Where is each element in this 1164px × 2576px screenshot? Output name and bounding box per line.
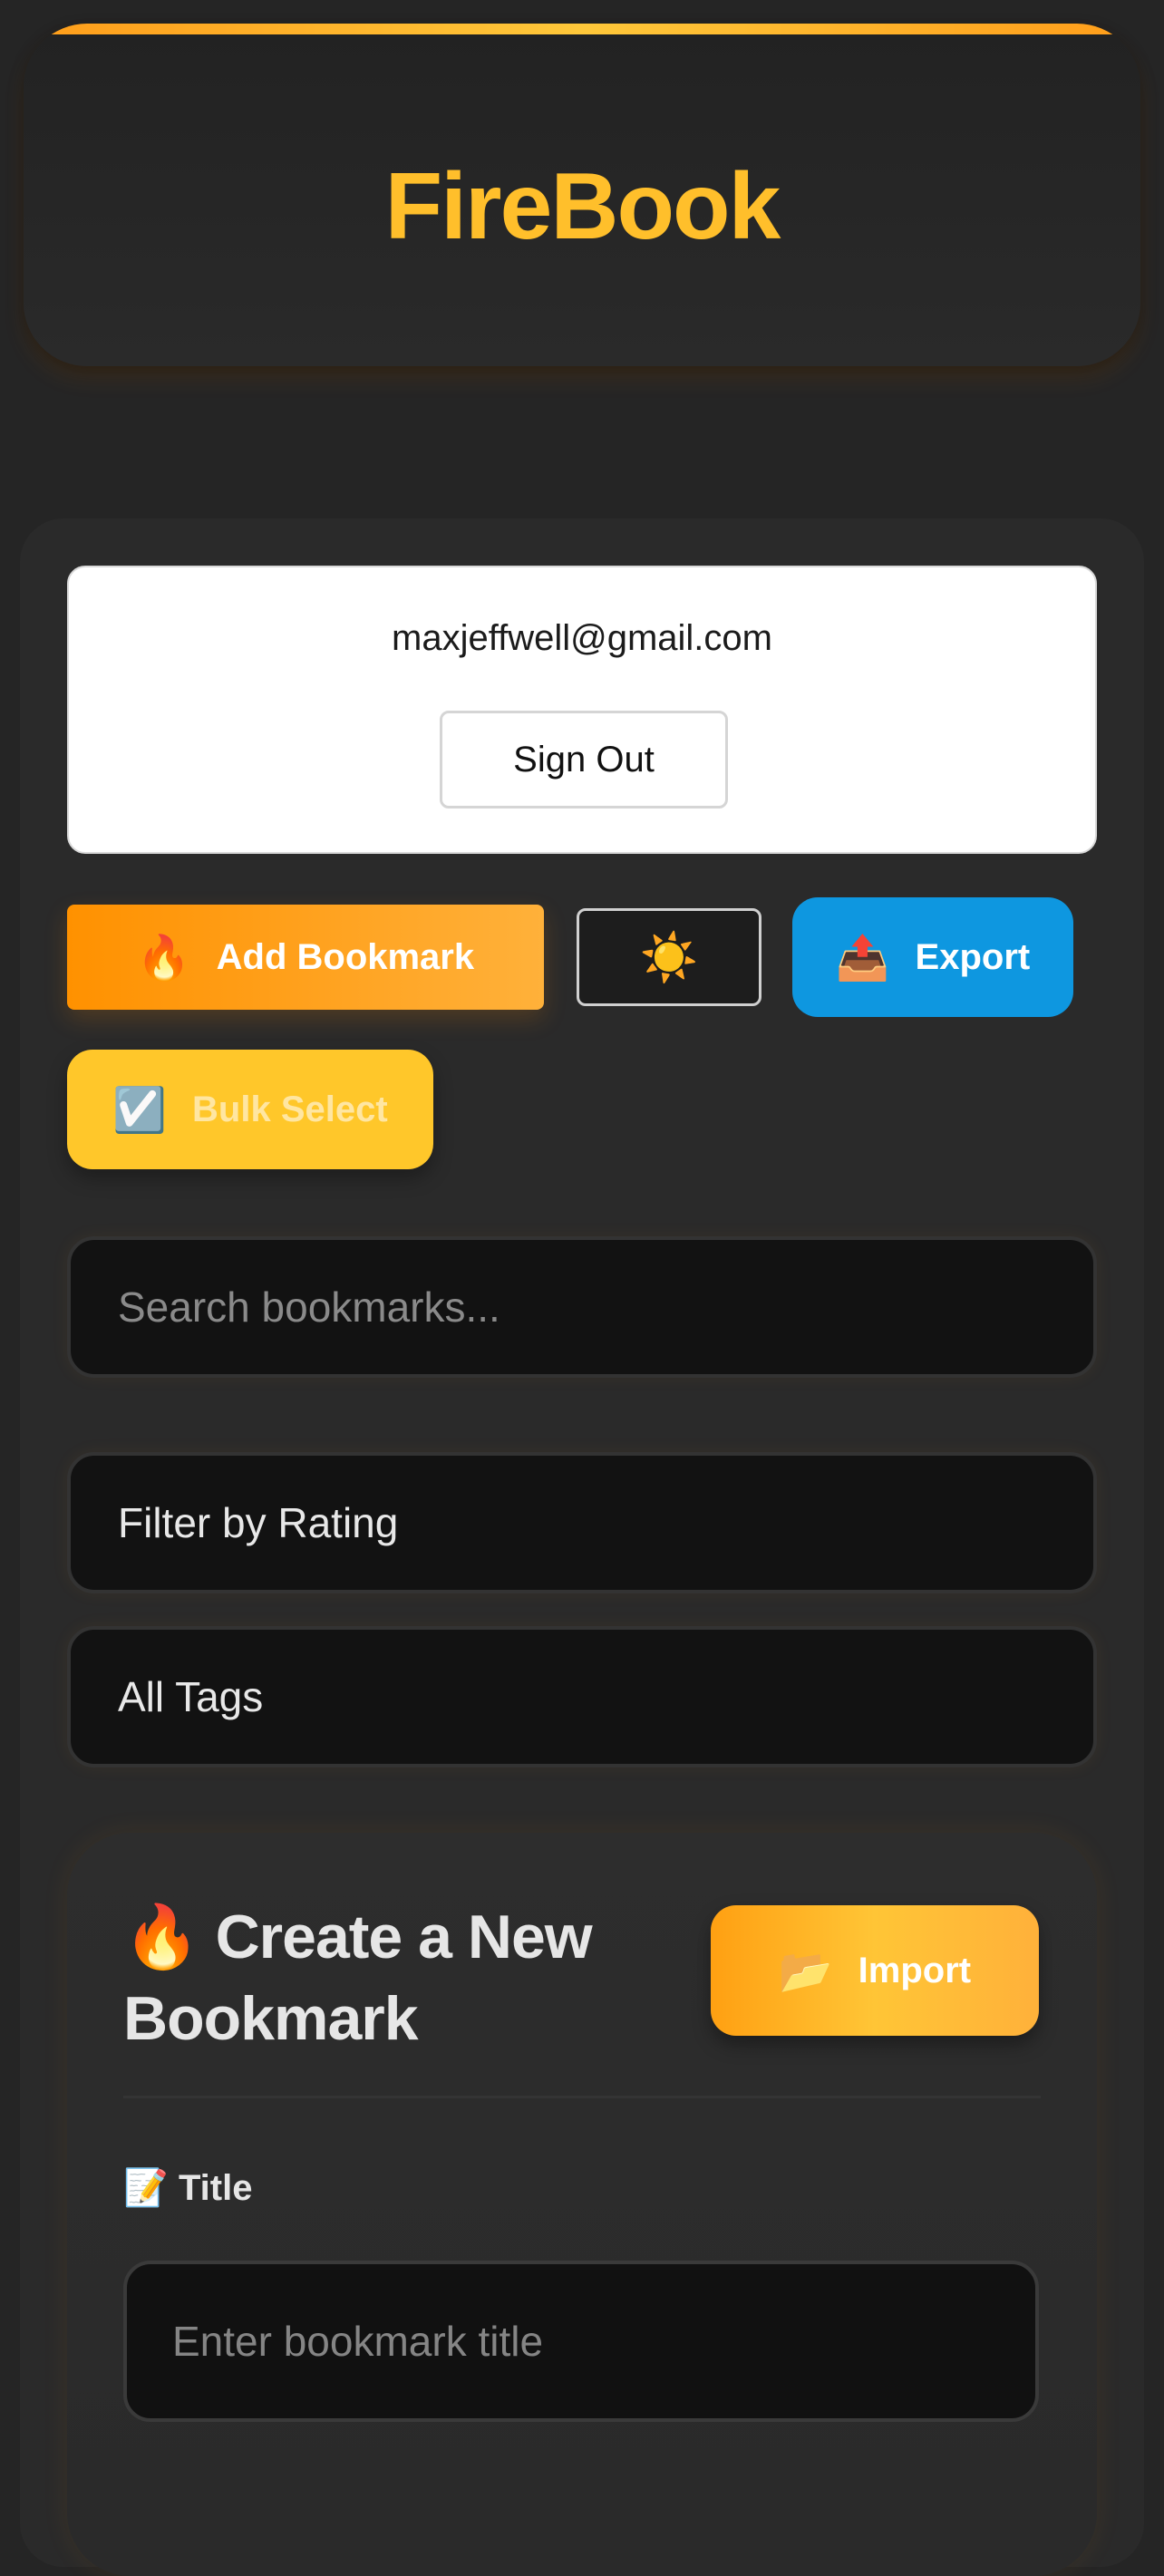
fire-icon: 🔥 [123, 1903, 200, 1971]
header-accent-bar [24, 24, 1140, 34]
create-bookmark-heading: 🔥 Create a New Bookmark [123, 1903, 593, 2053]
search-input[interactable]: Search bookmarks... [67, 1236, 1097, 1378]
user-card: maxjeffwell@gmail.com Sign Out [67, 566, 1097, 854]
title-field-label: 📝 Title [123, 2168, 253, 2208]
rating-filter-select[interactable]: Filter by Rating [67, 1452, 1097, 1593]
open-folder-icon: 📂 [778, 1947, 833, 1996]
header-card: FireBook [24, 24, 1140, 366]
import-button[interactable]: 📂 Import [711, 1905, 1039, 2036]
outbox-icon: 📤 [835, 934, 890, 983]
sun-icon: ☀️ [639, 931, 699, 984]
export-label: Export [915, 936, 1031, 977]
app-title: FireBook [384, 154, 781, 259]
fire-icon: 🔥 [136, 934, 191, 983]
tags-filter-select[interactable]: All Tags [67, 1626, 1097, 1767]
title-input[interactable]: Enter bookmark title [123, 2261, 1039, 2422]
add-bookmark-label: Add Bookmark [216, 936, 475, 977]
add-bookmark-button[interactable]: 🔥 Add Bookmark [67, 905, 544, 1010]
sign-out-button[interactable]: Sign Out [440, 711, 728, 809]
import-label: Import [858, 1950, 972, 1990]
bulk-select-button[interactable]: ☑️ Bulk Select [67, 1050, 433, 1169]
bulk-select-label: Bulk Select [192, 1089, 388, 1129]
theme-toggle-button[interactable]: ☀️ [577, 908, 761, 1006]
export-button[interactable]: 📤 Export [792, 897, 1073, 1017]
user-email: maxjeffwell@gmail.com [392, 618, 772, 658]
checkbox-icon: ☑️ [112, 1086, 168, 1135]
memo-icon: 📝 [123, 2168, 169, 2208]
divider [123, 2096, 1041, 2098]
create-bookmark-card: 🔥 Create a New Bookmark 📂 Import 📝 Title… [67, 1833, 1097, 2576]
